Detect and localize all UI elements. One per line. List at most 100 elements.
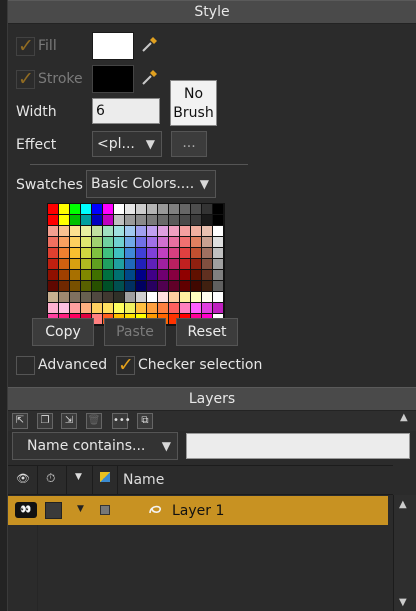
- color-swatch[interactable]: [202, 292, 213, 303]
- layer-filter-input[interactable]: [186, 433, 410, 459]
- color-swatch[interactable]: [180, 303, 191, 314]
- color-swatch[interactable]: [213, 270, 224, 281]
- more-options-icon[interactable]: •••: [112, 413, 131, 429]
- color-swatch[interactable]: [103, 303, 114, 314]
- lock-column-icon[interactable]: ⏱: [46, 471, 55, 486]
- color-swatch[interactable]: [114, 292, 125, 303]
- color-swatch[interactable]: [92, 237, 103, 248]
- color-swatch[interactable]: [147, 281, 158, 292]
- color-swatch[interactable]: [191, 237, 202, 248]
- color-swatch[interactable]: [114, 259, 125, 270]
- color-swatch[interactable]: [213, 303, 224, 314]
- color-swatch[interactable]: [70, 303, 81, 314]
- copy-button[interactable]: Copy: [32, 318, 94, 346]
- color-swatch[interactable]: [81, 237, 92, 248]
- color-swatch[interactable]: [125, 204, 136, 215]
- color-swatch[interactable]: [125, 281, 136, 292]
- layers-scrollbar[interactable]: [393, 495, 416, 611]
- color-swatch[interactable]: [114, 303, 125, 314]
- color-swatch[interactable]: [158, 248, 169, 259]
- color-swatch[interactable]: [180, 204, 191, 215]
- effect-dropdown[interactable]: <pl... ▼: [92, 131, 162, 157]
- color-swatch[interactable]: [103, 292, 114, 303]
- color-swatch[interactable]: [81, 270, 92, 281]
- color-swatch[interactable]: [147, 226, 158, 237]
- scrollbar-down-icon[interactable]: ▼: [399, 597, 407, 608]
- color-swatch[interactable]: [158, 226, 169, 237]
- color-swatch[interactable]: [191, 259, 202, 270]
- color-swatch[interactable]: [70, 259, 81, 270]
- color-swatch[interactable]: [48, 270, 59, 281]
- color-swatch[interactable]: [70, 281, 81, 292]
- color-swatch[interactable]: [70, 292, 81, 303]
- color-swatch[interactable]: [59, 204, 70, 215]
- layer-lock-toggle[interactable]: [45, 502, 62, 519]
- color-swatch[interactable]: [103, 270, 114, 281]
- color-swatch[interactable]: [147, 292, 158, 303]
- color-swatch[interactable]: [213, 248, 224, 259]
- duplicate-layer-icon[interactable]: ❐: [37, 413, 53, 429]
- paste-button[interactable]: Paste: [104, 318, 166, 346]
- swatch-palette-grid[interactable]: [47, 203, 225, 326]
- color-swatch[interactable]: [169, 281, 180, 292]
- color-swatch[interactable]: [158, 204, 169, 215]
- color-swatch[interactable]: [191, 303, 202, 314]
- color-swatch[interactable]: [147, 248, 158, 259]
- layers-panel-header[interactable]: Layers: [8, 387, 416, 411]
- color-swatch[interactable]: [213, 215, 224, 226]
- color-swatch[interactable]: [136, 237, 147, 248]
- color-swatch[interactable]: [48, 248, 59, 259]
- color-swatch[interactable]: [191, 248, 202, 259]
- color-swatch[interactable]: [191, 215, 202, 226]
- color-swatch[interactable]: [147, 259, 158, 270]
- stroke-color-swatch[interactable]: [92, 65, 134, 93]
- layer-color-tag[interactable]: [100, 505, 110, 515]
- width-input[interactable]: [92, 98, 160, 124]
- color-swatch[interactable]: [70, 270, 81, 281]
- visibility-column-icon[interactable]: 👁: [16, 472, 30, 485]
- new-layer-icon[interactable]: ⇱: [12, 413, 28, 429]
- color-swatch[interactable]: [81, 204, 92, 215]
- color-swatch[interactable]: [103, 281, 114, 292]
- color-swatch[interactable]: [202, 281, 213, 292]
- color-swatch[interactable]: [48, 292, 59, 303]
- color-swatch[interactable]: [136, 292, 147, 303]
- color-swatch[interactable]: [48, 259, 59, 270]
- color-swatch[interactable]: [180, 237, 191, 248]
- color-swatch[interactable]: [125, 270, 136, 281]
- name-column-header[interactable]: Name: [123, 472, 164, 488]
- color-swatch[interactable]: [158, 259, 169, 270]
- fill-color-swatch[interactable]: [92, 32, 134, 60]
- color-swatch[interactable]: [81, 248, 92, 259]
- color-swatch[interactable]: [213, 281, 224, 292]
- color-swatch[interactable]: [59, 215, 70, 226]
- color-swatch[interactable]: [202, 226, 213, 237]
- color-swatch[interactable]: [59, 248, 70, 259]
- color-swatch[interactable]: [213, 237, 224, 248]
- color-swatch[interactable]: [191, 204, 202, 215]
- color-swatch[interactable]: [180, 270, 191, 281]
- checker-selection-checkbox[interactable]: ✓: [116, 354, 135, 376]
- color-swatch[interactable]: [169, 204, 180, 215]
- stroke-checkbox[interactable]: ✓: [16, 68, 35, 90]
- advanced-checkbox[interactable]: [16, 356, 35, 375]
- color-swatch[interactable]: [92, 270, 103, 281]
- color-swatch[interactable]: [103, 259, 114, 270]
- color-swatch[interactable]: [114, 237, 125, 248]
- color-swatch[interactable]: [81, 259, 92, 270]
- effect-more-button[interactable]: ...: [171, 131, 207, 157]
- color-column-icon[interactable]: [100, 472, 110, 482]
- fill-checkbox[interactable]: ✓: [16, 35, 35, 57]
- color-swatch[interactable]: [114, 204, 125, 215]
- color-swatch[interactable]: [158, 281, 169, 292]
- color-swatch[interactable]: [70, 215, 81, 226]
- color-swatch[interactable]: [158, 270, 169, 281]
- color-swatch[interactable]: [169, 303, 180, 314]
- color-swatch[interactable]: [59, 259, 70, 270]
- color-swatch[interactable]: [202, 204, 213, 215]
- layer-name[interactable]: Layer 1: [172, 503, 224, 519]
- color-swatch[interactable]: [81, 292, 92, 303]
- style-panel-header[interactable]: Style: [8, 0, 416, 24]
- color-swatch[interactable]: [202, 270, 213, 281]
- color-swatch[interactable]: [92, 204, 103, 215]
